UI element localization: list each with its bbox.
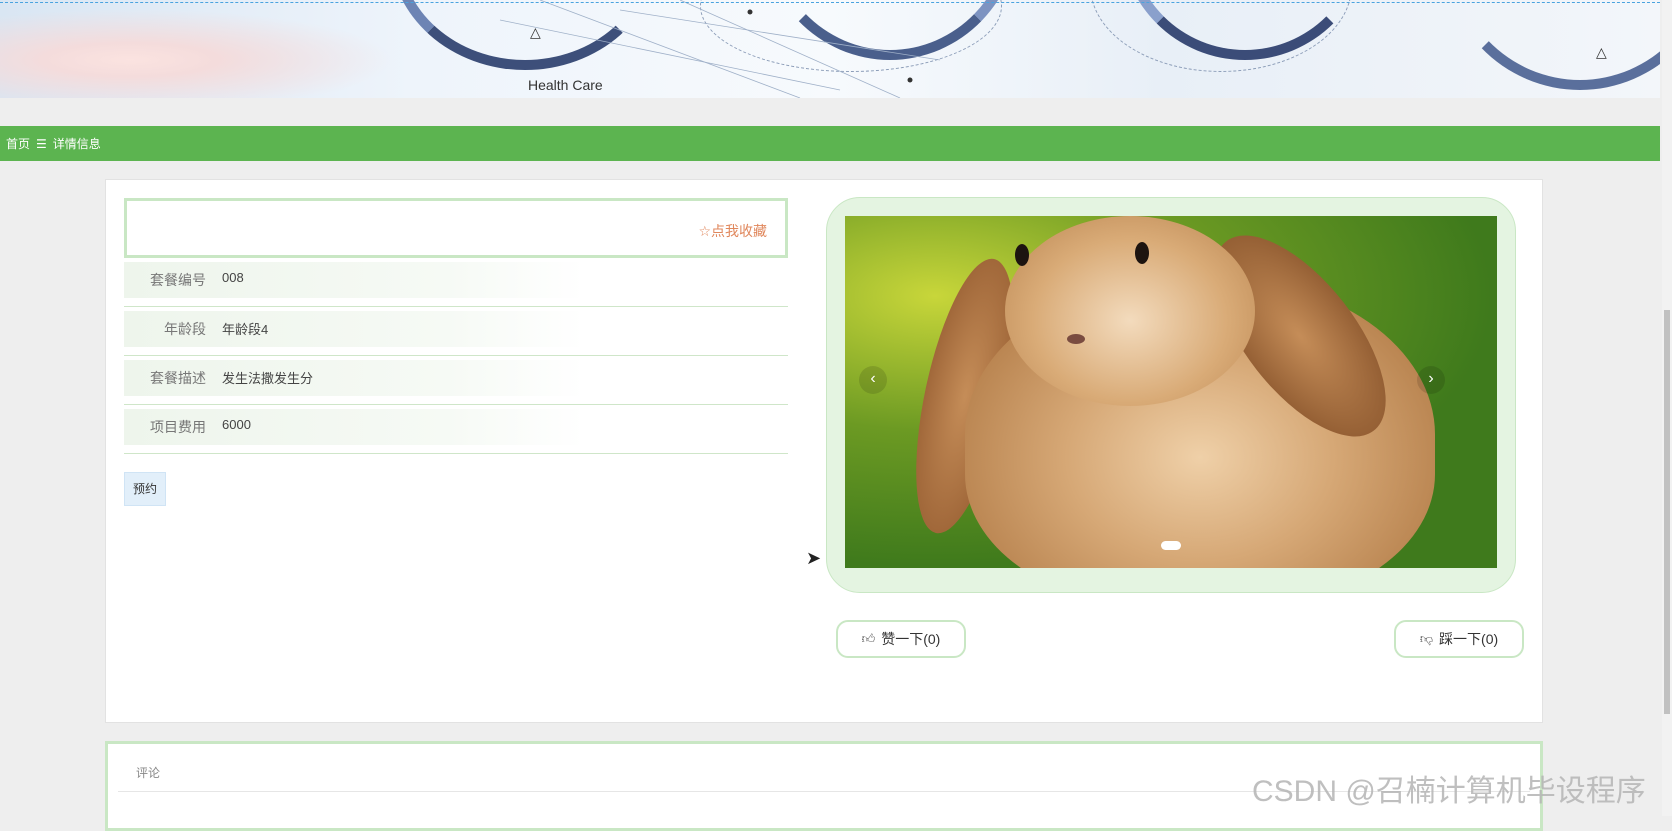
star-icon: ☆ [698, 223, 711, 239]
field-label: 项目费用 [150, 419, 206, 435]
field-value: 6000 [222, 417, 251, 432]
field-row-description: 套餐描述 发生法撒发生分 [124, 356, 788, 405]
field-row-fee: 项目费用 6000 [124, 405, 788, 454]
field-label: 年龄段 [164, 321, 206, 337]
banner-lines [499, 0, 941, 98]
field-value: 发生法撒发生分 [222, 371, 314, 386]
field-label: 套餐编号 [150, 272, 206, 288]
field-row-package-id: 套餐编号 008 [124, 258, 788, 307]
field-label: 套餐描述 [150, 370, 206, 386]
field-row-age-group: 年龄段 年龄段4 [124, 307, 788, 356]
detail-card: ☆点我收藏 套餐编号 008 年龄段 年龄段4 套餐描述 发生法撒发生分 项目费… [105, 179, 1543, 723]
banner-caption: Health Care [528, 77, 603, 93]
thumbs-down-icon: 👎︎ [1419, 631, 1434, 646]
thumbs-up-icon: 👍︎ [861, 631, 876, 646]
mouse-cursor-icon: ➤ [806, 548, 822, 568]
image-carousel: ‹ › [826, 197, 1516, 593]
field-value: 008 [222, 270, 244, 285]
breadcrumb: 首页 ☰ 详情信息 [0, 126, 1660, 161]
dislike-label: 踩一下(0) [1439, 631, 1499, 647]
dislike-button[interactable]: 👎︎ 踩一下(0) [1394, 620, 1524, 658]
like-label: 赞一下(0) [881, 631, 941, 647]
favorite-label: 点我收藏 [711, 223, 767, 239]
triangle-icon: △ [530, 24, 541, 40]
book-button[interactable]: 预约 [124, 472, 166, 506]
scrollbar-thumb[interactable] [1664, 310, 1670, 714]
chevron-left-icon[interactable]: ‹ [859, 366, 887, 394]
field-value: 年龄段4 [222, 322, 269, 337]
title-box: ☆点我收藏 [124, 198, 788, 258]
carousel-indicator[interactable] [1161, 541, 1181, 550]
like-button[interactable]: 👍︎ 赞一下(0) [836, 620, 966, 658]
watermark: CSDN @召楠计算机毕设程序 [1252, 775, 1646, 808]
breadcrumb-home[interactable]: 首页 [6, 135, 30, 152]
comments-label: 评论 [136, 766, 161, 780]
favorite-button[interactable]: ☆点我收藏 [698, 221, 767, 241]
banner-person-image [0, 0, 440, 98]
menu-icon: ☰ [36, 136, 47, 151]
carousel-slide-image: ‹ › [845, 216, 1497, 568]
breadcrumb-current: 详情信息 [52, 137, 101, 151]
header-banner: △ △ Health Care [0, 0, 1660, 98]
triangle-icon: △ [1596, 44, 1607, 60]
chevron-right-icon[interactable]: › [1417, 366, 1445, 394]
